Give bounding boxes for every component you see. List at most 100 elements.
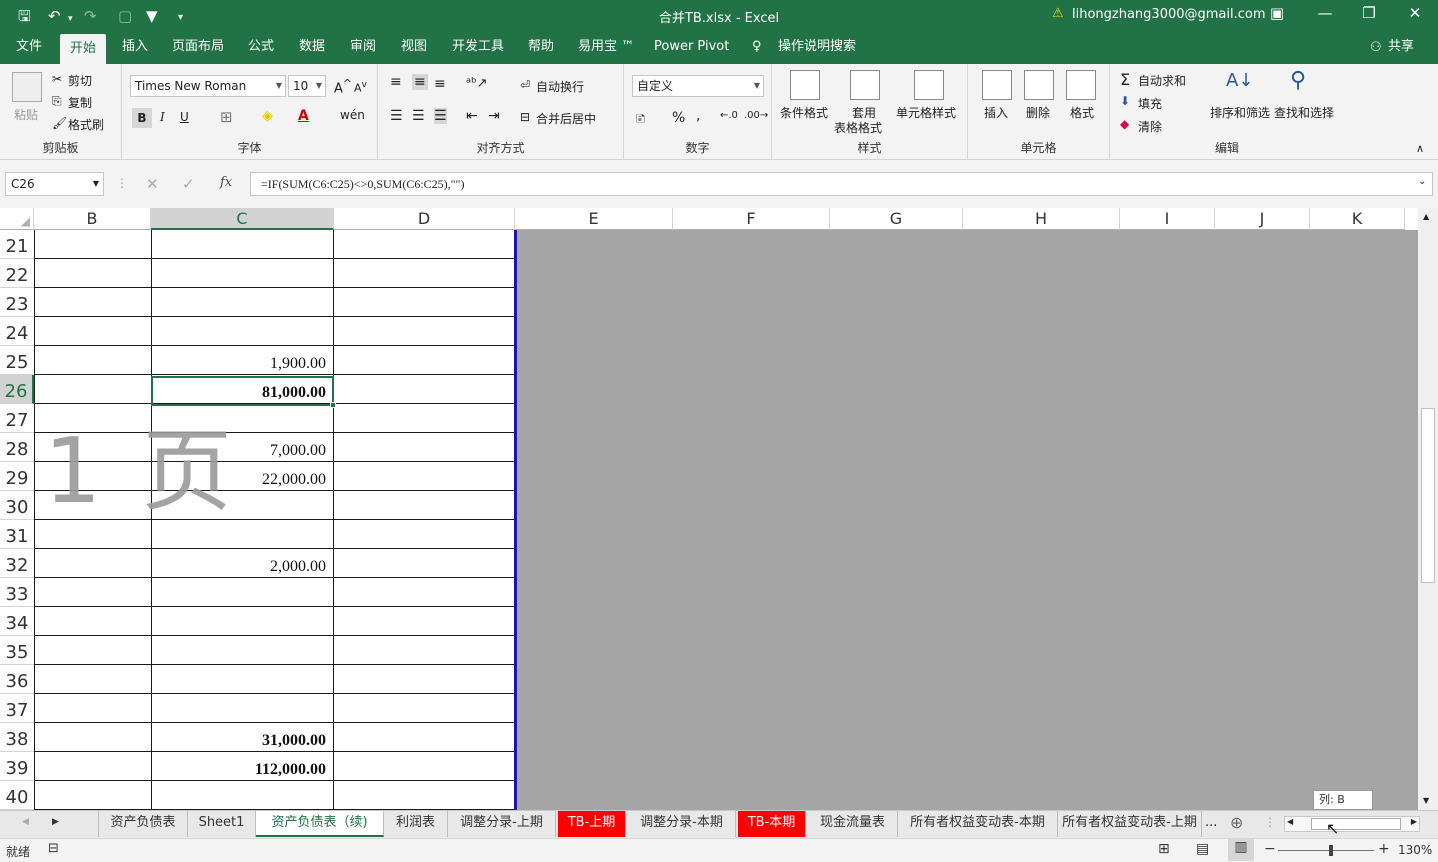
wrap-text-button[interactable]: 自动换行 [536,78,584,95]
fill-icon[interactable]: ⬇ [1120,94,1130,108]
column-header-E[interactable]: E [515,208,673,230]
ribbon-display-icon[interactable]: ▣ [1262,4,1292,22]
cell-C34[interactable] [151,607,333,636]
merge-center-button[interactable]: 合并后居中 [536,110,596,127]
column-header-H[interactable]: H [963,208,1120,230]
tab-home[interactable]: 开始 [60,34,106,64]
merge-center-icon[interactable]: ⊟ [520,110,530,124]
cell-C33[interactable] [151,578,333,607]
cell-C25[interactable]: 1,900.00 [151,346,333,375]
page-break-line[interactable] [514,230,517,810]
phonetic-icon[interactable]: wén [340,108,365,122]
paste-icon[interactable] [12,72,42,102]
zoom-level[interactable]: 130% [1398,843,1432,857]
page-break-view-icon[interactable]: ▥ [1228,839,1254,861]
normal-view-icon[interactable]: ⊞ [1158,841,1170,857]
selected-cell-C26[interactable] [151,376,336,408]
tab-developer[interactable]: 开发工具 [450,32,506,64]
align-middle-icon[interactable]: ≡ [412,74,428,90]
font-name-select[interactable]: Times New Roman ▼ [130,75,286,97]
tab-data[interactable]: 数据 [297,32,327,64]
fill-button[interactable]: 填充 [1138,95,1162,112]
sheet-scroll-left-icon[interactable]: ◀ [22,817,29,827]
format-cells-button[interactable]: 格式 [1070,104,1094,121]
sort-filter-icon[interactable]: A↓ [1226,70,1253,91]
cell-C22[interactable] [151,259,333,288]
tab-view[interactable]: 视图 [399,32,429,64]
sheet-tab[interactable]: 所有者权益变动表-上期 [1058,811,1202,837]
zoom-out-icon[interactable]: − [1264,841,1276,857]
column-header-D[interactable]: D [334,208,515,230]
tab-formulas[interactable]: 公式 [246,32,276,64]
cut-button[interactable]: 剪切 [68,72,92,89]
formula-input[interactable]: =IF(SUM(C6:C25)<>0,SUM(C6:C25),"") [250,172,1433,196]
scissors-icon[interactable]: ✂ [52,72,62,86]
row-header-23[interactable]: 23 [0,288,34,317]
cell-C35[interactable] [151,636,333,665]
tab-yiyongbao[interactable]: 易用宝 ™ [576,32,636,64]
tab-review[interactable]: 审阅 [348,32,378,64]
column-header-J[interactable]: J [1215,208,1310,230]
copy-button[interactable]: 复制 [68,94,92,111]
minimize-icon[interactable]: — [1310,4,1340,22]
hscroll-left-icon[interactable]: ◀ [1287,817,1293,826]
zoom-slider-track[interactable] [1278,850,1374,851]
copy-icon[interactable]: ⎘ [52,94,62,109]
align-left-icon[interactable]: ☰ [390,108,403,124]
column-header-B[interactable]: B [34,208,151,230]
fill-color-icon[interactable]: ◈ [262,108,273,124]
decrease-indent-icon[interactable]: ⇤ [466,108,478,124]
sort-filter-button[interactable]: 排序和筛选 [1210,104,1270,121]
clear-button[interactable]: 清除 [1138,118,1162,135]
column-header-F[interactable]: F [673,208,830,230]
align-right-icon[interactable]: ☰ [434,108,447,124]
zoom-in-icon[interactable]: + [1378,841,1390,857]
row-header-26[interactable]: 26 [0,375,34,404]
row-header-36[interactable]: 36 [0,665,34,694]
autosum-button[interactable]: 自动求和 [1138,72,1186,89]
fill-handle[interactable] [330,402,336,408]
eraser-icon[interactable]: ◆ [1120,117,1129,131]
increase-decimal-icon[interactable]: ←.0 [720,110,738,121]
sheet-scroll-right-icon[interactable]: ▶ [52,817,59,827]
page-layout-view-icon[interactable]: ▤ [1196,841,1209,857]
sheet-tab-active[interactable]: 资产负债表（续) [256,811,384,837]
select-all-corner[interactable]: ◢ [0,208,34,230]
format-as-table-icon[interactable] [850,70,880,100]
cancel-icon[interactable]: ✕ [146,175,159,193]
row-header-40[interactable]: 40 [0,781,34,810]
align-top-icon[interactable]: ≡ [390,74,402,90]
sheet-tab-red[interactable]: TB-上期 [558,811,626,837]
sheet-tab[interactable]: Sheet1 [188,811,256,837]
account-name[interactable]: lihongzhang3000@gmail.com [1072,7,1266,22]
format-painter-icon[interactable]: 🖌 [52,116,67,130]
enter-check-icon[interactable]: ✓ [182,175,195,193]
shrink-font-icon[interactable]: Av [354,79,367,95]
row-header-31[interactable]: 31 [0,520,34,549]
cell-C40[interactable] [151,781,333,810]
scroll-up-icon[interactable]: ▲ [1423,212,1429,221]
tab-power-pivot[interactable]: Power Pivot [652,32,731,64]
paste-button[interactable]: 粘贴 [14,106,38,123]
add-sheet-icon[interactable]: ⊕ [1230,813,1243,832]
insert-cells-icon[interactable] [982,70,1012,100]
expand-formula-icon[interactable]: ⌄ [1418,176,1426,187]
tell-me-search[interactable]: 操作说明搜索 [776,32,858,64]
cell-C21[interactable] [151,230,333,259]
horizontal-scrollbar[interactable]: ◀ ▶ [1284,816,1420,832]
sheet-tab[interactable]: 现金流量表 [808,811,898,837]
vertical-scroll-thumb[interactable] [1421,408,1435,583]
wrap-text-icon[interactable]: ⏎ [520,78,530,92]
align-bottom-icon[interactable]: ≡ [434,76,446,92]
share-button[interactable]: 共享 [1388,32,1414,62]
cell-C32[interactable]: 2,000.00 [151,549,333,578]
tab-insert[interactable]: 插入 [120,32,150,64]
italic-button[interactable]: I [160,110,165,124]
collapse-ribbon-icon[interactable]: ∧ [1416,142,1424,155]
close-icon[interactable]: ✕ [1400,4,1430,22]
number-format-select[interactable]: 自定义 ▼ [632,75,764,97]
increase-indent-icon[interactable]: ⇥ [488,108,500,124]
row-header-25[interactable]: 25 [0,346,34,375]
find-select-button[interactable]: 查找和选择 [1274,104,1334,121]
comma-button[interactable]: , [696,108,700,124]
